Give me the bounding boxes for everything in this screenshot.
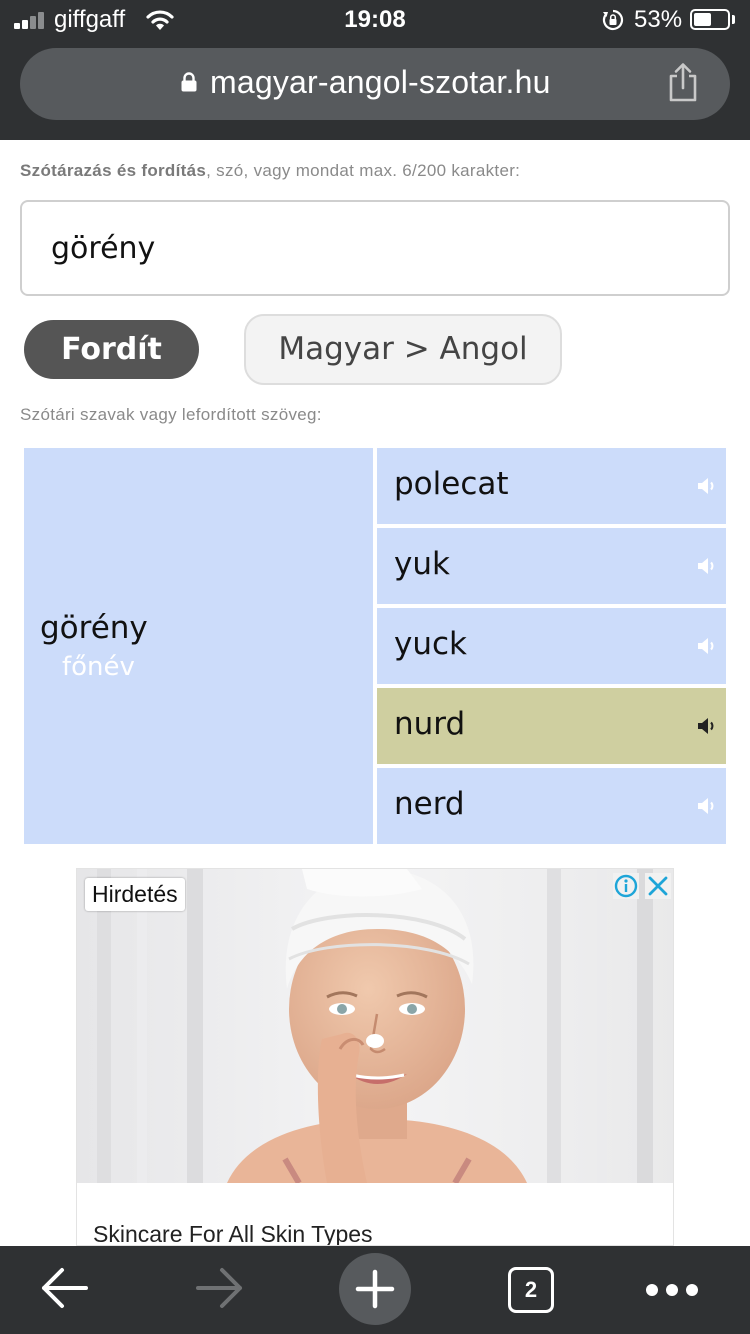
results-label: Szótári szavak vagy lefordított szöveg: xyxy=(20,405,322,424)
url-bar[interactable]: magyar-angol-szotar.hu xyxy=(20,48,730,120)
ad-image[interactable] xyxy=(77,869,674,1183)
back-arrow-icon[interactable] xyxy=(38,1266,90,1310)
browser-chrome: giffgaff 19:08 53% magyar-angol-szotar.h… xyxy=(0,0,750,140)
translation-word[interactable]: nerd xyxy=(394,786,465,822)
info-icon[interactable] xyxy=(613,873,639,899)
translation-row[interactable]: yuk xyxy=(377,528,726,604)
translation-word[interactable]: nurd xyxy=(394,706,465,742)
advertisement[interactable]: Hirdetés Skincare For All Skin Types xyxy=(76,868,674,1246)
new-tab-button[interactable] xyxy=(339,1253,411,1325)
tabs-icon[interactable]: 2 xyxy=(508,1267,554,1313)
translation-row[interactable]: nurd xyxy=(377,688,726,764)
lock-icon xyxy=(181,72,197,92)
language-direction-button[interactable]: Magyar > Angol xyxy=(244,314,562,385)
share-icon[interactable] xyxy=(666,62,700,102)
speaker-icon[interactable] xyxy=(697,716,719,736)
battery-icon xyxy=(690,9,730,30)
translation-row[interactable]: polecat xyxy=(377,448,726,524)
speaker-icon[interactable] xyxy=(697,636,719,656)
search-input[interactable] xyxy=(20,200,730,296)
translation-word[interactable]: yuk xyxy=(394,546,450,582)
translation-row[interactable]: yuck xyxy=(377,608,726,684)
rotation-lock-icon xyxy=(602,9,624,31)
translate-button[interactable]: Fordít xyxy=(24,320,199,379)
speaker-icon[interactable] xyxy=(697,476,719,496)
source-word-cell: görény főnév xyxy=(24,448,373,844)
input-hint-title: Szótárazás és fordítás xyxy=(20,161,207,180)
ad-badge: Hirdetés xyxy=(85,878,185,911)
close-icon[interactable] xyxy=(645,873,671,899)
speaker-icon[interactable] xyxy=(697,796,719,816)
input-hint: Szótárazás és fordítás, szó, vagy mondat… xyxy=(20,161,520,181)
translation-word[interactable]: yuck xyxy=(394,626,467,662)
input-hint-text: , szó, vagy mondat max. 6/200 karakter: xyxy=(206,161,521,180)
speaker-icon[interactable] xyxy=(697,556,719,576)
battery-percent: 53% xyxy=(634,6,683,33)
more-icon[interactable] xyxy=(644,1282,700,1298)
plus-icon xyxy=(355,1269,395,1309)
part-of-speech: főnév xyxy=(62,652,135,682)
browser-toolbar: 2 xyxy=(0,1246,750,1334)
source-word: görény xyxy=(40,610,148,646)
battery-tip xyxy=(732,15,735,24)
forward-arrow-icon[interactable] xyxy=(194,1266,246,1310)
translation-word[interactable]: polecat xyxy=(394,466,509,502)
status-bar: giffgaff 19:08 53% xyxy=(0,0,750,42)
translation-row[interactable]: nerd xyxy=(377,768,726,844)
url-text[interactable]: magyar-angol-szotar.hu xyxy=(210,64,551,101)
ad-title[interactable]: Skincare For All Skin Types xyxy=(93,1221,373,1245)
